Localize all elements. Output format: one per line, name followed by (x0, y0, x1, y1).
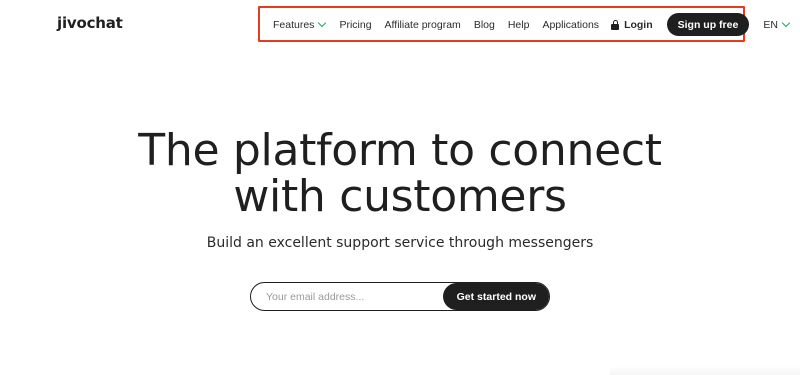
email-input[interactable] (251, 283, 443, 310)
language-selector[interactable]: EN (763, 18, 791, 31)
sign-up-button[interactable]: Sign up free (666, 13, 750, 36)
nav-help-link[interactable]: Help (508, 19, 530, 31)
login-label: Login (624, 18, 653, 31)
nav-applications-label: Applications (542, 18, 600, 31)
chevron-down-icon (318, 18, 327, 27)
nav-features-label: Features (273, 18, 315, 31)
nav-pricing-label: Pricing (339, 18, 372, 31)
email-signup-form: Get started now (250, 282, 550, 311)
nav-blog-link[interactable]: Blog (474, 19, 495, 31)
landing-page: jivochat Features Pricing Affiliate prog… (0, 0, 800, 375)
jivochat-logo[interactable]: jivochat (57, 14, 123, 32)
nav-pricing-link[interactable]: Pricing (339, 19, 371, 31)
login-link[interactable]: Login (611, 19, 653, 31)
language-label: EN (763, 18, 778, 31)
nav-blog-label: Blog (473, 18, 495, 31)
chevron-down-icon (781, 18, 791, 27)
nav-help-label: Help (507, 18, 530, 31)
hero-title-line2: with customers (233, 171, 567, 222)
get-started-button[interactable]: Get started now (442, 283, 549, 310)
nav-applications-link[interactable]: Applications (542, 19, 599, 31)
bottom-widget-edge (610, 365, 800, 375)
nav-affiliate-link[interactable]: Affiliate program (385, 19, 461, 31)
nav-affiliate-label: Affiliate program (384, 18, 461, 31)
nav-features-dropdown[interactable]: Features (273, 18, 327, 31)
sign-up-label: Sign up free (677, 18, 739, 31)
lock-icon (611, 19, 620, 30)
hero-title: The platform to connect with customers (0, 128, 800, 220)
hero-title-line1: The platform to connect (138, 125, 662, 176)
hero-subtitle: Build an excellent support service throu… (206, 235, 594, 251)
main-nav: Features Pricing Affiliate program Blog … (273, 13, 791, 36)
